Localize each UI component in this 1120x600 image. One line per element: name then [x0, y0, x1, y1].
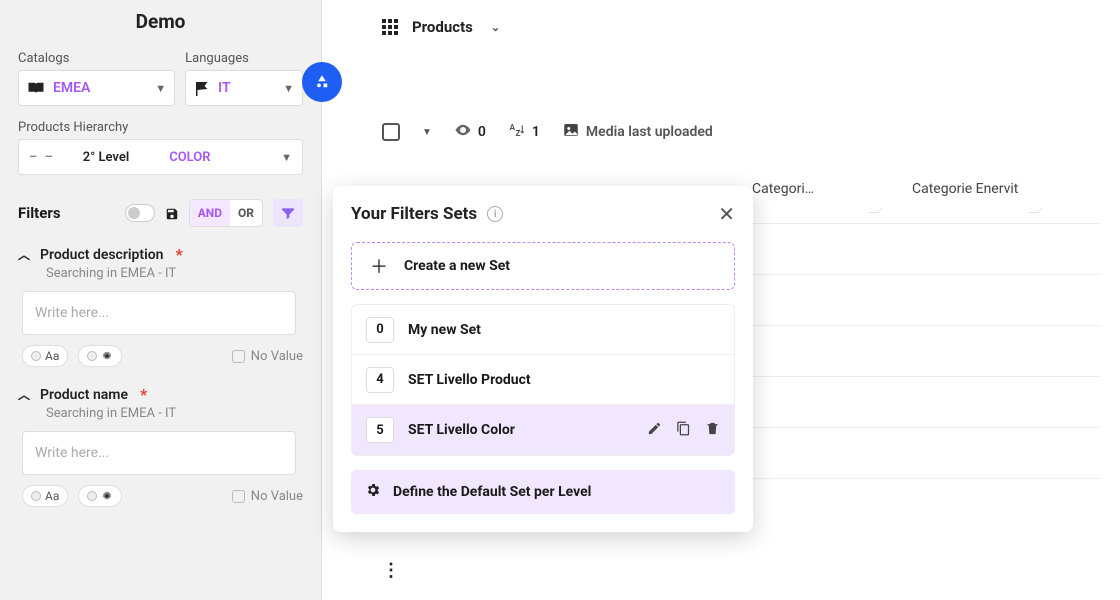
chevron-down-icon[interactable]: ▼ — [422, 127, 432, 138]
collapse-icon[interactable]: ︿ — [18, 246, 30, 263]
define-default-button[interactable]: Define the Default Set per Level — [351, 470, 735, 514]
gear-icon — [365, 482, 381, 502]
filter-title: Product name — [40, 387, 128, 403]
flag-icon — [194, 81, 210, 95]
filter-sets-popover: Your Filters Sets i ✕ ＋ Create a new Set… — [333, 186, 753, 532]
sort-count[interactable]: AZ 1 — [508, 121, 540, 143]
catalog-select[interactable]: EMEA ▼ — [18, 70, 175, 106]
table-header: Categori… Categorie Enervit — [752, 181, 1100, 213]
select-all-checkbox[interactable] — [382, 123, 400, 141]
collapse-sidebar-fab[interactable] — [302, 62, 342, 102]
and-or-toggle[interactable]: AND OR — [189, 199, 263, 227]
filter-sets-button[interactable] — [273, 199, 303, 227]
sidebar-title: Demo — [18, 10, 303, 33]
filter-set-list: 0 My new Set 4 SET Livello Product 5 SET… — [351, 304, 735, 456]
hierarchy-color: COLOR — [169, 150, 210, 165]
chevron-down-icon: ▼ — [281, 151, 292, 164]
hierarchy-dash: – – — [29, 150, 55, 165]
media-info[interactable]: Media last uploaded — [562, 121, 713, 143]
filter-set-item[interactable]: 0 My new Set — [352, 305, 734, 355]
visibility-count[interactable]: 0 — [454, 121, 486, 143]
and-option[interactable]: AND — [190, 200, 230, 226]
set-count-badge: 4 — [366, 367, 394, 393]
svg-text:Z: Z — [515, 129, 520, 139]
chevron-down-icon: ▼ — [155, 82, 166, 95]
language-value: IT — [218, 80, 230, 96]
eye-icon — [454, 121, 472, 143]
close-icon[interactable]: ✕ — [718, 204, 735, 224]
filter-block-name: ︿ Product name * Searching in EMEA - IT … — [18, 385, 303, 507]
checkbox-icon — [232, 490, 245, 503]
image-icon — [562, 121, 580, 143]
save-icon[interactable] — [165, 206, 179, 220]
filter-subtitle: Searching in EMEA - IT — [46, 406, 303, 421]
svg-text:A: A — [509, 123, 515, 133]
filter-set-item-selected[interactable]: 5 SET Livello Color — [352, 405, 734, 455]
gear-icon — [101, 490, 113, 502]
case-toggle[interactable]: Aa — [22, 485, 68, 507]
more-icon[interactable]: ⋮ — [382, 560, 399, 581]
sidebar: Demo Catalogs EMEA ▼ Languages IT ▼ Prod — [0, 0, 322, 600]
filters-toggle[interactable] — [125, 204, 155, 222]
info-icon[interactable]: i — [487, 206, 503, 222]
set-label: SET Livello Product — [408, 372, 531, 388]
mode-toggle[interactable] — [78, 345, 122, 367]
mode-toggle[interactable] — [78, 485, 122, 507]
no-value-check[interactable]: No Value — [232, 349, 303, 364]
filter-block-description: ︿ Product description * Searching in EME… — [18, 245, 303, 367]
filter-title: Product description — [40, 247, 163, 263]
language-select[interactable]: IT ▼ — [185, 70, 303, 106]
plus-icon: ＋ — [370, 253, 388, 279]
set-count-badge: 0 — [366, 317, 394, 343]
filter-set-item[interactable]: 4 SET Livello Product — [352, 355, 734, 405]
edit-icon[interactable] — [647, 421, 662, 440]
required-icon: * — [176, 245, 183, 264]
or-option[interactable]: OR — [230, 200, 262, 226]
collapse-icon[interactable]: ︿ — [18, 386, 30, 403]
filter-subtitle: Searching in EMEA - IT — [46, 266, 303, 281]
catalog-value: EMEA — [53, 80, 90, 96]
case-toggle[interactable]: Aa — [22, 345, 68, 367]
set-label: SET Livello Color — [408, 422, 515, 438]
create-set-button[interactable]: ＋ Create a new Set — [351, 242, 735, 290]
breadcrumb-label: Products — [412, 18, 473, 36]
column-header[interactable]: Categorie Enervit — [912, 181, 1042, 213]
no-value-check[interactable]: No Value — [232, 489, 303, 504]
hierarchy-label: Products Hierarchy — [18, 120, 303, 135]
breadcrumb[interactable]: Products ⌄ — [382, 18, 1100, 36]
required-icon: * — [140, 385, 147, 404]
filter-input-description[interactable] — [22, 291, 296, 335]
chevron-down-icon: ⌄ — [491, 21, 500, 34]
filters-heading: Filters — [18, 204, 61, 222]
filter-input-name[interactable] — [22, 431, 296, 475]
column-header[interactable]: Categori… — [752, 181, 882, 213]
grid-icon — [382, 19, 398, 35]
copy-icon[interactable] — [676, 421, 691, 440]
set-label: My new Set — [408, 322, 481, 338]
sort-icon: AZ — [508, 121, 526, 143]
delete-icon[interactable] — [705, 421, 720, 440]
book-icon — [27, 81, 45, 95]
languages-label: Languages — [185, 51, 303, 66]
chevron-down-icon: ▼ — [283, 82, 294, 95]
hierarchy-select[interactable]: – – 2° Level COLOR ▼ — [18, 139, 303, 175]
gear-icon — [101, 350, 113, 362]
toolbar: ▼ 0 AZ 1 Media last uploaded — [382, 121, 1100, 143]
hierarchy-level: 2° Level — [83, 150, 129, 165]
set-count-badge: 5 — [366, 417, 394, 443]
catalogs-label: Catalogs — [18, 51, 175, 66]
checkbox-icon — [232, 350, 245, 363]
popover-title: Your Filters Sets — [351, 204, 477, 224]
